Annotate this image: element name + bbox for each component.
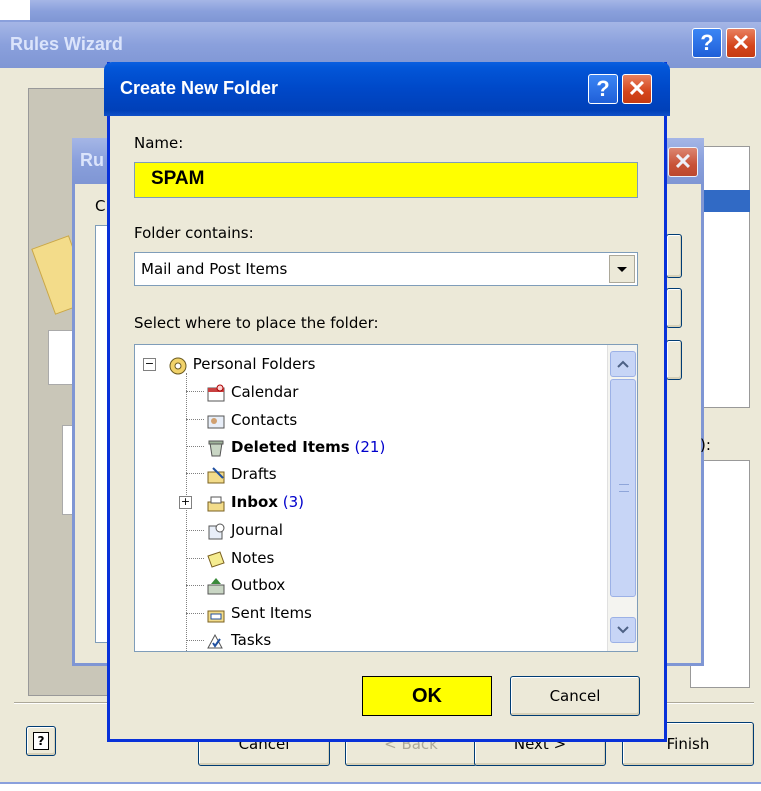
folder-contains-select[interactable]: Mail and Post Items xyxy=(134,252,638,286)
journal-icon xyxy=(208,523,225,539)
personal-folders-icon xyxy=(169,357,187,374)
rule-condition-button-2[interactable] xyxy=(666,288,682,328)
rules-wizard-help-button[interactable]: ? xyxy=(692,28,722,58)
scroll-down-button[interactable] xyxy=(610,617,636,643)
deleted-items-icon xyxy=(208,440,224,456)
rule-condition-button-3[interactable] xyxy=(666,340,682,380)
create-new-folder-titlebar: Create New Folder ? ✕ xyxy=(104,62,670,116)
tree-item-label: Drafts xyxy=(231,465,277,483)
tree-connector xyxy=(186,473,204,474)
ok-button-label: OK xyxy=(412,685,442,707)
background-window-titlebar-fragment xyxy=(30,0,761,22)
tree-item-drafts[interactable]: Drafts xyxy=(205,461,277,488)
cancel-button-label: Cancel xyxy=(549,687,601,705)
name-input[interactable]: SPAM xyxy=(134,162,638,198)
tree-item-sent-items[interactable]: Sent Items xyxy=(205,600,312,627)
tree-connector xyxy=(186,558,204,559)
wizard-help-icon-button[interactable]: ? xyxy=(26,726,56,756)
tree-item-deleted-items[interactable]: Deleted Items (21) xyxy=(205,434,385,461)
outbox-icon xyxy=(207,577,225,594)
expand-toggle[interactable]: + xyxy=(179,496,192,509)
notes-icon xyxy=(207,550,225,568)
rule-condition-title: Ru xyxy=(80,150,104,170)
tree-connector xyxy=(186,419,204,420)
tree-item-label: Calendar xyxy=(231,383,299,401)
tree-connector xyxy=(186,640,204,641)
tree-connector xyxy=(186,613,204,614)
unread-count: (21) xyxy=(354,438,386,456)
folder-contains-label: Folder contains: xyxy=(134,224,254,242)
chevron-up-icon xyxy=(617,360,629,368)
rules-wizard-title: Rules Wizard xyxy=(10,34,123,54)
unread-count: (3) xyxy=(282,493,305,511)
tree-item-label: Contacts xyxy=(231,411,298,429)
drafts-icon xyxy=(207,466,225,483)
tree-item-calendar[interactable]: Calendar xyxy=(205,379,298,406)
tree-root-label: Personal Folders xyxy=(192,355,316,373)
tree-item-label: Inbox xyxy=(231,493,278,511)
name-label: Name: xyxy=(134,134,184,152)
tree-item-inbox[interactable]: + Inbox (3) xyxy=(179,489,304,516)
contacts-icon xyxy=(207,415,225,428)
scroll-up-button[interactable] xyxy=(610,351,636,377)
create-new-folder-close-button[interactable]: ✕ xyxy=(622,74,652,104)
wizard-finish-label: Finish xyxy=(666,735,710,753)
rule-condition-button-1[interactable] xyxy=(666,234,682,278)
tree-item-label: Journal xyxy=(231,521,283,539)
inbox-icon xyxy=(207,496,225,511)
tree-scrollbar[interactable] xyxy=(607,345,637,651)
scroll-thumb[interactable] xyxy=(610,379,636,597)
tree-item-label: Notes xyxy=(231,549,275,567)
place-folder-label: Select where to place the folder: xyxy=(134,314,379,332)
rule-condition-close-button[interactable]: ✕ xyxy=(668,147,698,177)
tree-item-tasks[interactable]: Tasks xyxy=(205,627,272,651)
tree-item-notes[interactable]: Notes xyxy=(205,545,274,572)
name-input-value: SPAM xyxy=(151,168,205,189)
rule-condition-label: C xyxy=(95,197,106,215)
help-icon: ? xyxy=(33,732,49,750)
tree-root-personal-folders[interactable]: − Personal Folders xyxy=(143,351,315,378)
tree-item-journal[interactable]: Journal xyxy=(205,517,283,544)
dropdown-arrow-button[interactable] xyxy=(609,255,635,283)
tree-item-outbox[interactable]: Outbox xyxy=(205,572,285,599)
tree-connector xyxy=(186,391,204,392)
folder-contains-value: Mail and Post Items xyxy=(141,260,288,278)
folder-tree[interactable]: − Personal Folders Calendar Contacts Del… xyxy=(134,344,638,652)
chevron-down-icon xyxy=(617,626,629,634)
create-new-folder-help-button[interactable]: ? xyxy=(588,74,618,104)
rule-condition-right-label: ): xyxy=(700,436,711,454)
scroll-thumb-grip xyxy=(619,484,629,492)
collapse-toggle[interactable]: − xyxy=(143,358,156,371)
rules-wizard-close-button[interactable]: ✕ xyxy=(726,28,756,58)
tree-item-label: Deleted Items xyxy=(231,438,350,456)
tree-connector xyxy=(186,446,204,447)
tree-item-label: Sent Items xyxy=(231,604,312,622)
tasks-icon xyxy=(207,633,223,648)
sent-items-icon xyxy=(207,610,225,622)
cancel-button[interactable]: Cancel xyxy=(510,676,640,716)
chevron-down-icon xyxy=(617,267,627,272)
tree-item-label: Tasks xyxy=(231,631,272,649)
wizard-bottom-edge xyxy=(0,782,761,791)
calendar-icon xyxy=(207,384,225,401)
tree-connector xyxy=(186,585,204,586)
tree-item-contacts[interactable]: Contacts xyxy=(205,407,297,434)
create-new-folder-title: Create New Folder xyxy=(120,78,279,98)
tree-connector xyxy=(186,530,204,531)
ok-button[interactable]: OK xyxy=(362,676,492,720)
tree-item-label: Outbox xyxy=(231,576,286,594)
